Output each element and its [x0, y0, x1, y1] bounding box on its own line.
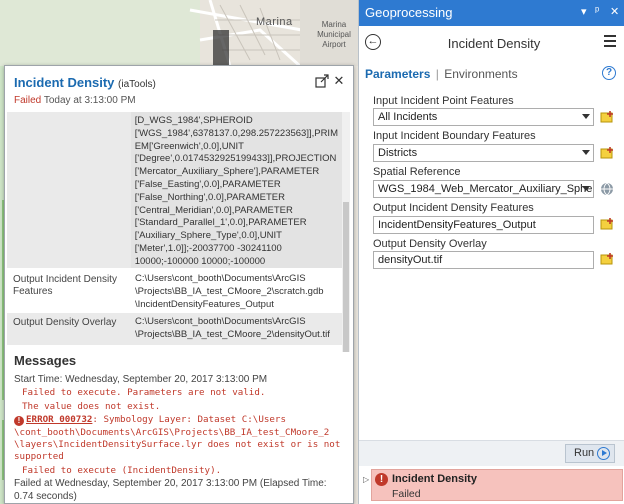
- close-icon[interactable]: ✕: [332, 73, 346, 89]
- run-button[interactable]: Run: [565, 444, 615, 463]
- map-city-label: Marina: [256, 16, 293, 28]
- scrollbar-thumb[interactable]: [343, 202, 349, 352]
- field-label: Input Incident Boundary Features: [373, 130, 536, 142]
- chevron-down-icon: [582, 150, 590, 155]
- field-label: Spatial Reference: [373, 166, 461, 178]
- message-error: Failed to execute (IncidentDensity).: [22, 464, 222, 476]
- messages-heading: Messages: [14, 353, 77, 368]
- field-value: IncidentDensityFeatures_Output: [378, 219, 536, 231]
- add-data-icon[interactable]: [600, 110, 614, 124]
- chevron-down-icon: [582, 186, 590, 191]
- param-value: [D_WGS_1984',SPHEROID ['WGS_1984',637813…: [130, 112, 342, 280]
- add-data-icon[interactable]: [600, 217, 614, 231]
- message-error-732: ! ERROR 000732: Symbology Layer: Dataset …: [14, 414, 346, 464]
- chevron-down-icon: [582, 114, 590, 119]
- run-bar: Run: [359, 440, 624, 466]
- field-value: densityOut.tif: [378, 254, 443, 266]
- popup-title: Incident Density (iaTools): [14, 75, 156, 90]
- param-value: C:\Users\cont_booth\Documents\ArcGIS \Pr…: [135, 273, 324, 310]
- param-name: Output Incident Density Features: [13, 274, 117, 297]
- run-label: Run: [574, 447, 595, 459]
- tool-status-bar: ▷ ! Incident Density Failed: [359, 466, 624, 504]
- back-icon[interactable]: ←: [365, 34, 381, 50]
- param-name: Output Density Overlay: [13, 317, 117, 328]
- add-data-icon[interactable]: [600, 146, 614, 160]
- message-end: Failed at Wednesday, September 20, 2017 …: [14, 478, 327, 502]
- error-icon: !: [14, 416, 24, 427]
- status-title: Incident Density: [392, 473, 477, 485]
- pane-options-icon[interactable]: ▾: [581, 5, 587, 18]
- output-overlay-input[interactable]: densityOut.tif: [373, 251, 594, 269]
- input-boundary-features-select[interactable]: Districts: [373, 144, 594, 162]
- status-time-text: Today at 3:13:00 PM: [43, 95, 136, 106]
- parameter-list[interactable]: [D_WGS_1984',SPHEROID ['WGS_1984',637813…: [7, 112, 342, 348]
- message-start: Start Time: Wednesday, September 20, 201…: [14, 374, 268, 385]
- export-icon[interactable]: [315, 74, 329, 88]
- tool-status-message[interactable]: ! Incident Density Failed: [371, 469, 623, 501]
- pane-title: Geoprocessing: [365, 5, 453, 20]
- add-data-icon[interactable]: [600, 252, 614, 266]
- menu-icon[interactable]: [604, 35, 616, 47]
- tab-separator: |: [435, 67, 439, 81]
- expand-icon[interactable]: ▷: [363, 475, 369, 484]
- input-point-features-select[interactable]: All Incidents: [373, 108, 594, 126]
- map-airport-label: Marina Municipal Airport: [317, 20, 351, 49]
- field-value: All Incidents: [378, 111, 438, 123]
- status-subtitle: Failed: [392, 488, 421, 500]
- tool-title: Incident Density: [447, 36, 541, 51]
- field-label: Output Incident Density Features: [373, 202, 534, 214]
- message-error: The value does not exist.: [22, 400, 161, 412]
- error-code-link[interactable]: ERROR 000732: [26, 414, 92, 425]
- tab-bar: Parameters | Environments: [365, 67, 518, 81]
- popup-scrollbar[interactable]: [342, 112, 350, 352]
- output-features-input[interactable]: IncidentDensityFeatures_Output: [373, 216, 594, 234]
- tab-environments[interactable]: Environments: [444, 67, 517, 81]
- field-value: Districts: [378, 147, 418, 159]
- message-error: Failed to execute. Parameters are not va…: [22, 387, 266, 399]
- pane-header: Geoprocessing ▾ ᵖ ✕: [359, 0, 624, 26]
- globe-icon[interactable]: [600, 182, 614, 196]
- popup-toolbox: (iaTools): [118, 79, 156, 90]
- param-name: [7, 112, 131, 268]
- popup-status: Failed Today at 3:13:00 PM: [14, 95, 136, 106]
- messages-list: Start Time: Wednesday, September 20, 201…: [14, 374, 346, 504]
- error-icon: !: [375, 473, 388, 486]
- status-failed-text: Failed: [14, 95, 42, 106]
- param-row-spatial-reference: [D_WGS_1984',SPHEROID ['WGS_1984',637813…: [7, 112, 342, 280]
- close-icon[interactable]: ✕: [610, 5, 619, 18]
- popup-tool-name: Incident Density: [14, 75, 115, 90]
- param-value: C:\Users\cont_booth\Documents\ArcGIS \Pr…: [135, 316, 330, 340]
- field-label: Output Density Overlay: [373, 238, 487, 250]
- param-row-output-features: Output Incident Density Features C:\User…: [7, 270, 342, 312]
- spatial-reference-select[interactable]: WGS_1984_Web_Mercator_Auxiliary_Sphere: [373, 180, 594, 198]
- help-icon[interactable]: ?: [602, 66, 616, 80]
- geoprocessing-pane: Geoprocessing ▾ ᵖ ✕ ← Incident Density P…: [358, 0, 624, 504]
- tab-parameters[interactable]: Parameters: [365, 67, 430, 81]
- param-row-output-overlay: Output Density Overlay C:\Users\cont_boo…: [7, 313, 342, 345]
- field-value: WGS_1984_Web_Mercator_Auxiliary_Sphere: [378, 183, 594, 195]
- play-icon: [597, 447, 610, 460]
- pin-icon[interactable]: ᵖ: [595, 5, 599, 17]
- field-label: Input Incident Point Features: [373, 95, 514, 107]
- result-popup: Incident Density (iaTools) Failed Today …: [4, 65, 354, 504]
